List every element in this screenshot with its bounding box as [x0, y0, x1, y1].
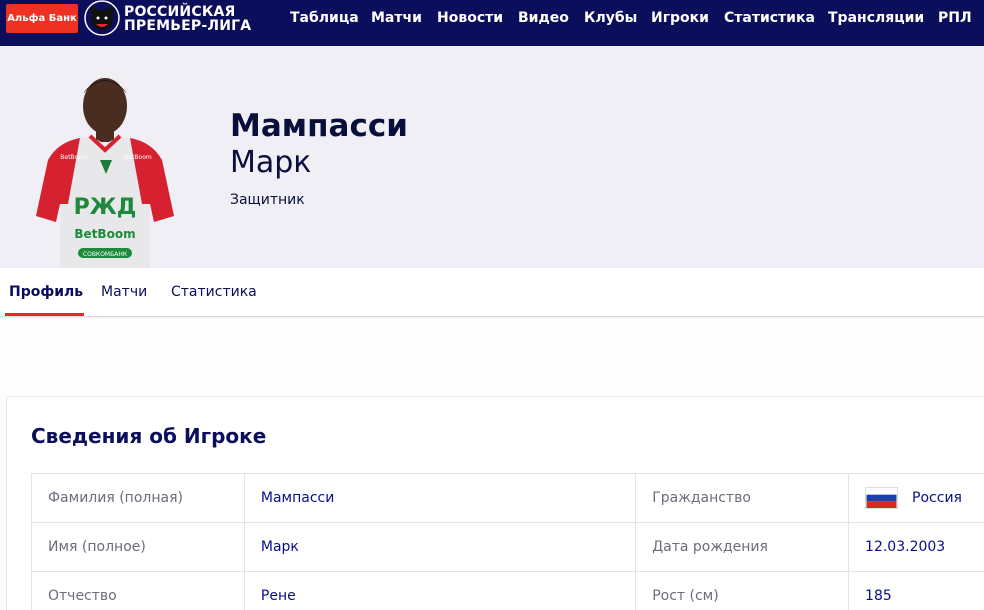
tab-matches[interactable]: Матчи — [101, 284, 147, 300]
rpl-bear-logo-icon[interactable] — [82, 0, 122, 40]
active-tab-indicator — [5, 313, 84, 316]
shirt-sleeve-left-text: BetBoom — [60, 154, 88, 161]
russia-flag-icon — [865, 487, 899, 509]
player-firstname: Марк — [230, 145, 312, 180]
player-info-table: Фамилия (полная) Мампасси Гражданство Ро… — [31, 473, 984, 610]
nav-matches[interactable]: Матчи — [371, 10, 422, 26]
nav-news[interactable]: Новости — [437, 10, 503, 26]
value-birth-date: 12.03.2003 — [848, 522, 984, 572]
value-height: 185 — [848, 571, 984, 610]
nav-rpl[interactable]: РПЛ — [938, 10, 972, 26]
table-row: Фамилия (полная) Мампасси Гражданство Ро… — [31, 473, 984, 523]
label-full-surname: Фамилия (полная) — [31, 473, 245, 523]
player-surname: Мампасси — [230, 108, 408, 144]
tab-profile[interactable]: Профиль — [9, 284, 83, 300]
shirt-badge-text: РЖД — [74, 195, 137, 220]
label-birth-date: Дата рождения — [635, 522, 850, 572]
sponsor-logo[interactable]: Альфа Банк — [6, 4, 78, 33]
shirt-chest-text: BetBoom — [74, 227, 135, 241]
shirt-sleeve-right-text: BetBoom — [124, 154, 152, 161]
brand-name[interactable]: РОССИЙСКАЯ ПРЕМЬЕР-ЛИГА — [124, 5, 251, 33]
card-title: Сведения об Игроке — [31, 424, 267, 448]
table-row: Имя (полное) Марк Дата рождения 12.03.20… — [31, 522, 984, 572]
value-full-name: Марк — [243, 522, 637, 572]
shirt-small-text: СОВКОМБАНК — [83, 251, 128, 258]
nav-statistics[interactable]: Статистика — [724, 10, 815, 26]
value-patronymic: Рене — [243, 571, 637, 610]
value-full-surname: Мампасси — [243, 473, 637, 523]
table-row: Отчество Рене Рост (см) 185 — [31, 571, 984, 610]
label-height: Рост (см) — [635, 571, 850, 610]
top-navigation-bar: Альфа Банк РОССИЙСКАЯ ПРЕМЬЕР-ЛИГА Табли… — [0, 0, 984, 46]
nav-clubs[interactable]: Клубы — [584, 10, 637, 26]
label-patronymic: Отчество — [31, 571, 245, 610]
nav-table[interactable]: Таблица — [290, 10, 359, 26]
nav-broadcasts[interactable]: Трансляции — [828, 10, 924, 26]
profile-tabs: Профиль Матчи Статистика — [0, 268, 984, 317]
player-photo: РЖД BetBoom СОВКОМБАНК BetBoom BetBoom — [36, 78, 174, 268]
nav-players[interactable]: Игроки — [651, 10, 709, 26]
label-citizenship: Гражданство — [635, 473, 850, 523]
player-info-card: Сведения об Игроке Фамилия (полная) Мамп… — [6, 396, 984, 610]
citizenship-text: Россия — [912, 490, 962, 506]
player-position: Защитник — [230, 192, 305, 208]
nav-video[interactable]: Видео — [518, 10, 569, 26]
label-full-name: Имя (полное) — [31, 522, 245, 572]
value-citizenship: Россия — [848, 473, 984, 523]
tab-statistics[interactable]: Статистика — [171, 284, 257, 300]
